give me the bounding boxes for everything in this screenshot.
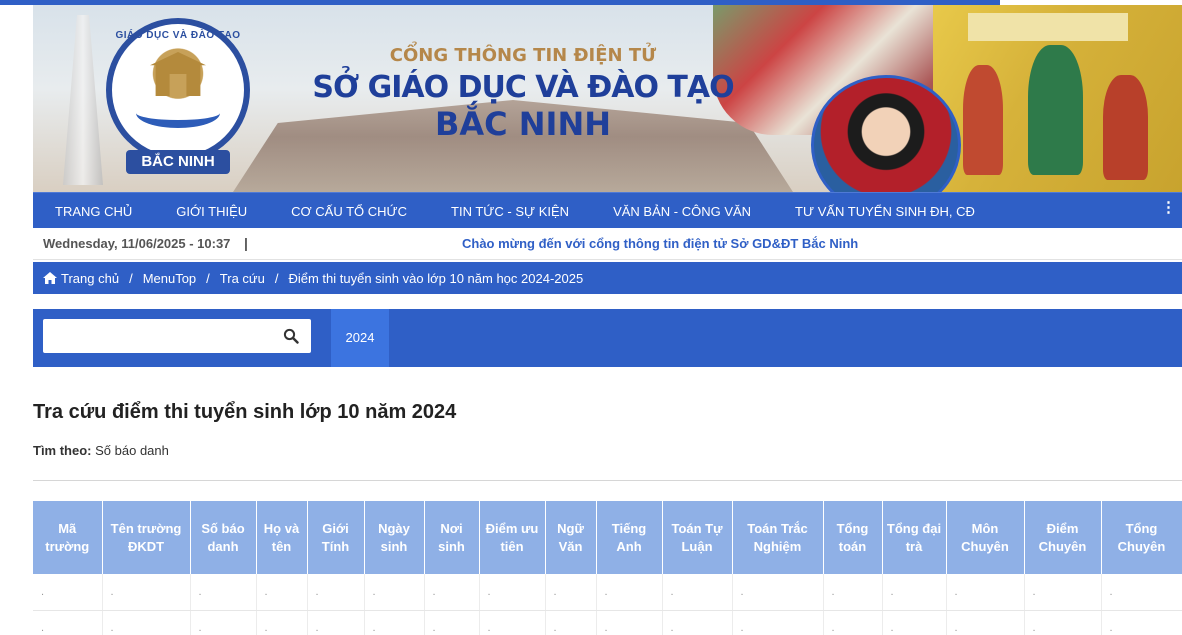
results-table-wrap: Mã trường Tên trường ĐKDT Số báo danh Họ…: [33, 501, 1182, 635]
breadcrumb-separator: /: [274, 270, 279, 286]
nav-item-home[interactable]: TRANG CHỦ: [33, 193, 154, 229]
nav-item-news[interactable]: TIN TỨC - SỰ KIỆN: [429, 193, 591, 229]
table-cell: .: [1024, 610, 1102, 635]
table-cell: .: [946, 610, 1025, 635]
table-cell: .: [1101, 574, 1182, 611]
breadcrumb-menutop[interactable]: MenuTop: [143, 271, 196, 286]
table-cell: .: [732, 574, 824, 611]
col-header: Tên trường ĐKDT: [102, 501, 191, 574]
site-title: CỔNG THÔNG TIN ĐIỆN TỬ SỞ GIÁO DỤC VÀ ĐÀ…: [303, 45, 743, 143]
nav-item-admissions-advice[interactable]: TƯ VẤN TUYỂN SINH ĐH, CĐ: [773, 193, 997, 229]
welcome-marquee: Chào mừng đến với cổng thông tin điện tử…: [462, 236, 859, 251]
table-cell: .: [190, 574, 257, 611]
col-header: Nơi sinh: [424, 501, 480, 574]
col-header: Ngữ Văn: [545, 501, 597, 574]
col-header: Mã trường: [33, 501, 103, 574]
table-cell: .: [1101, 610, 1182, 635]
table-cell: .: [732, 610, 824, 635]
table-cell: .: [307, 574, 365, 611]
col-header: Tổng Chuyên: [1101, 501, 1182, 574]
col-header: Giới Tính: [307, 501, 365, 574]
site-title-line1: CỔNG THÔNG TIN ĐIỆN TỬ: [389, 45, 657, 66]
breadcrumb-separator: /: [206, 270, 210, 286]
table-cell: .: [364, 610, 425, 635]
folk-painting: [933, 5, 1182, 192]
page-title: Tra cứu điểm thi tuyển sinh lớp 10 năm 2…: [33, 401, 457, 423]
table-cell: .: [256, 610, 308, 635]
col-header: Toán Trắc Nghiệm: [732, 501, 824, 574]
find-by: Tìm theo: Số báo danh: [33, 443, 169, 458]
pagoda-illustration: [63, 15, 103, 185]
table-cell: .: [882, 610, 947, 635]
logo-ribbon: BẮC NINH: [126, 150, 230, 174]
table-cell: .: [307, 610, 365, 635]
col-header: Ngày sinh: [364, 501, 425, 574]
breadcrumb-lookup[interactable]: Tra cứu: [220, 271, 265, 286]
table-cell: .: [424, 574, 480, 611]
table-cell: .: [190, 610, 257, 635]
search-bar: 2024: [33, 309, 1182, 367]
col-header: Điểm Chuyên: [1024, 501, 1102, 574]
breadcrumb-home[interactable]: Trang chủ: [61, 271, 119, 286]
site-title-line3: BẮC NINH: [434, 105, 612, 143]
table-cell: .: [479, 574, 546, 611]
nav-item-about[interactable]: GIỚI THIỆU: [154, 193, 269, 229]
divider: [33, 480, 1182, 481]
nav-item-organization[interactable]: CƠ CẤU TỔ CHỨC: [269, 193, 429, 229]
col-header: Điểm ưu tiên: [479, 501, 546, 574]
table-cell: .: [102, 610, 191, 635]
col-header: Toán Tự Luận: [662, 501, 733, 574]
table-cell: .: [882, 574, 947, 611]
table-cell: .: [596, 610, 663, 635]
table-cell: .: [596, 574, 663, 611]
table-cell: .: [662, 574, 733, 611]
table-row: .................: [33, 610, 1182, 635]
table-cell: .: [662, 610, 733, 635]
table-cell: .: [823, 610, 883, 635]
results-table: Mã trường Tên trường ĐKDT Số báo danh Họ…: [33, 501, 1182, 635]
info-bar: Wednesday, 11/06/2025 - 10:37 | Chào mừn…: [33, 229, 1182, 260]
table-cell: .: [545, 574, 597, 611]
table-cell: .: [33, 574, 103, 611]
vertical-ellipsis-icon[interactable]: ⋮: [1161, 200, 1176, 215]
col-header: Số báo danh: [190, 501, 257, 574]
table-cell: .: [823, 574, 883, 611]
col-header: Tổng đại trà: [882, 501, 947, 574]
info-separator: |: [244, 235, 248, 251]
col-header: Tiếng Anh: [596, 501, 663, 574]
table-cell: .: [33, 610, 103, 635]
table-cell: .: [256, 574, 308, 611]
table-cell: .: [545, 610, 597, 635]
table-cell: .: [424, 610, 480, 635]
search-box: [43, 319, 311, 353]
col-header: Môn Chuyên: [946, 501, 1025, 574]
search-icon[interactable]: [283, 328, 299, 344]
site-title-line2: SỞ GIÁO DỤC VÀ ĐÀO TẠO: [312, 70, 734, 105]
find-by-label: Tìm theo:: [33, 443, 92, 458]
header-banner: GIÁO DỤC VÀ ĐÀO TẠO BẮC NINH CỔNG THÔNG …: [33, 5, 1182, 192]
home-icon: [43, 272, 57, 284]
table-cell: .: [102, 574, 191, 611]
logo-arc-text: GIÁO DỤC VÀ ĐÀO TẠO: [115, 30, 241, 41]
table-header-row: Mã trường Tên trường ĐKDT Số báo danh Họ…: [33, 501, 1182, 574]
current-datetime: Wednesday, 11/06/2025 - 10:37: [43, 236, 231, 251]
table-cell: .: [946, 574, 1025, 611]
main-nav: TRANG CHỦ GIỚI THIỆU CƠ CẤU TỔ CHỨC TIN …: [33, 192, 1182, 228]
breadcrumb: Trang chủ / MenuTop / Tra cứu / Điểm thi…: [33, 262, 1182, 294]
breadcrumb-current: Điểm thi tuyển sinh vào lớp 10 năm học 2…: [288, 270, 584, 286]
year-tab-2024[interactable]: 2024: [331, 309, 389, 367]
table-cell: .: [479, 610, 546, 635]
table-cell: .: [364, 574, 425, 611]
site-logo[interactable]: GIÁO DỤC VÀ ĐÀO TẠO BẮC NINH: [106, 18, 250, 176]
col-header: Họ và tên: [256, 501, 308, 574]
breadcrumb-separator: /: [129, 270, 133, 286]
nav-item-documents[interactable]: VĂN BẢN - CÔNG VĂN: [591, 193, 773, 229]
search-input[interactable]: [43, 319, 273, 353]
col-header: Tổng toán: [823, 501, 883, 574]
table-row: .................: [33, 574, 1182, 611]
table-cell: .: [1024, 574, 1102, 611]
find-by-value: Số báo danh: [95, 443, 169, 458]
